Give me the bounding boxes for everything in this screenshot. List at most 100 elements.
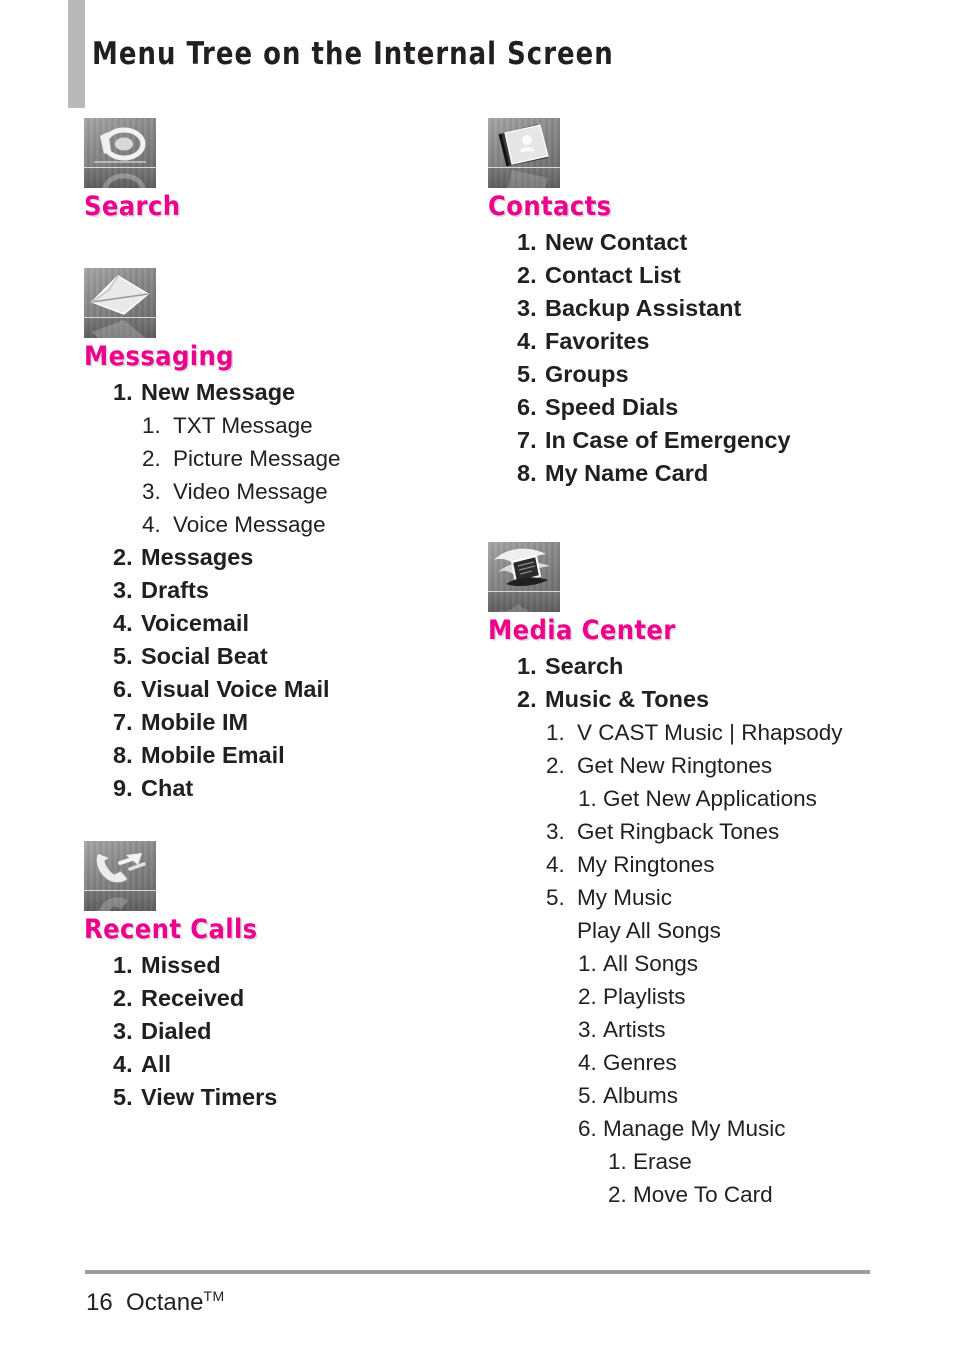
- menu-item-label: New Contact: [545, 229, 688, 255]
- menu-item-label: Picture Message: [173, 446, 341, 471]
- menu-item[interactable]: 2. Music & Tones: [517, 683, 918, 716]
- menu-item-label: Voicemail: [141, 610, 249, 636]
- menu-item-number: 3.: [113, 577, 133, 603]
- menu-item-number: 5.: [517, 361, 537, 387]
- menu-item[interactable]: 2. Move To Card: [608, 1178, 918, 1211]
- menu-item-number: 2.: [517, 262, 537, 288]
- menu-section: Messaging 1. New Message 1. TXT Message 2. Pic…: [84, 268, 474, 805]
- menu-item[interactable]: 1. V CAST Music | Rhapsody: [546, 716, 918, 749]
- menu-item[interactable]: 3. Get Ringback Tones: [546, 815, 918, 848]
- menu-item-number: 8.: [517, 460, 537, 486]
- menu-item-number: 1.: [517, 653, 537, 679]
- menu-item[interactable]: 1. All Songs: [578, 947, 918, 980]
- menu-item[interactable]: 4. Voicemail: [113, 607, 474, 640]
- menu-item-label: Missed: [141, 952, 221, 978]
- menu-item[interactable]: 7. Mobile IM: [113, 706, 474, 739]
- menu-item[interactable]: 1. Erase: [608, 1145, 918, 1178]
- menu-item-number: 3.: [578, 1017, 597, 1042]
- menu-item[interactable]: 2. Contact List: [517, 259, 918, 292]
- menu-item-label: Mobile Email: [141, 742, 285, 768]
- menu-item[interactable]: 6. Speed Dials: [517, 391, 918, 424]
- menu-item[interactable]: 5. Groups: [517, 358, 918, 391]
- menu-section: Contacts 1. New Contact 2. Contact List 3. Bac…: [488, 118, 918, 490]
- menu-item-number: 3.: [517, 295, 537, 321]
- menu-item[interactable]: 1. New Contact: [517, 226, 918, 259]
- menu-item-number: 6.: [517, 394, 537, 420]
- menu-item-label: Visual Voice Mail: [141, 676, 330, 702]
- menu-item-label: Backup Assistant: [545, 295, 742, 321]
- menu-item-number: 4.: [546, 852, 565, 877]
- menu-item[interactable]: 2. Get New Ringtones: [546, 749, 918, 782]
- section-title[interactable]: Media Center: [488, 616, 918, 646]
- menu-item[interactable]: 1. Search: [517, 650, 918, 683]
- menu-item[interactable]: 4. Voice Message: [142, 508, 474, 541]
- menu-item-label: In Case of Emergency: [545, 427, 791, 453]
- menu-item-label: Erase: [633, 1149, 692, 1174]
- menu-item-label: Manage My Music: [603, 1116, 786, 1141]
- menu-item[interactable]: 4. Genres: [578, 1046, 918, 1079]
- menu-item[interactable]: 1. New Message: [113, 376, 474, 409]
- menu-item[interactable]: 2. Playlists: [578, 980, 918, 1013]
- menu-item-number: 2.: [578, 984, 597, 1009]
- menu-item[interactable]: 3. Artists: [578, 1013, 918, 1046]
- menu-item[interactable]: 5. View Timers: [113, 1081, 474, 1114]
- menu-item-label: Artists: [603, 1017, 666, 1042]
- menu-item[interactable]: 6. Manage My Music: [578, 1112, 918, 1145]
- menu-item[interactable]: 3. Dialed: [113, 1015, 474, 1048]
- menu-item[interactable]: 3. Backup Assistant: [517, 292, 918, 325]
- menu-item-label: Messages: [141, 544, 254, 570]
- menu-item[interactable]: 3. Drafts: [113, 574, 474, 607]
- menu-item-number: 4.: [517, 328, 537, 354]
- menu-item-label: Genres: [603, 1050, 677, 1075]
- menu-item-label: Mobile IM: [141, 709, 249, 735]
- menu-item[interactable]: 4. All: [113, 1048, 474, 1081]
- menu-list: 1. New Contact 2. Contact List 3. Backup Assi…: [488, 226, 918, 490]
- menu-item[interactable]: 7. In Case of Emergency: [517, 424, 918, 457]
- menu-item-label: Contact List: [545, 262, 681, 288]
- menu-item-number: 6.: [113, 676, 133, 702]
- menu-item-number: 8.: [113, 742, 133, 768]
- menu-item[interactable]: 8. Mobile Email: [113, 739, 474, 772]
- menu-item[interactable]: 5. Social Beat: [113, 640, 474, 673]
- menu-item[interactable]: 1. Missed: [113, 949, 474, 982]
- menu-item-label: All Songs: [603, 951, 699, 976]
- menu-item[interactable]: 2. Picture Message: [142, 442, 474, 475]
- menu-item-number: 1.: [578, 951, 597, 976]
- menu-item-label: Get New Applications: [603, 786, 817, 811]
- menu-item-number: 1.: [113, 952, 133, 978]
- menu-section: Media Center 1. Search 2. Music & Tones 1. V C…: [488, 542, 918, 1211]
- menu-item[interactable]: 5. Albums: [578, 1079, 918, 1112]
- menu-item[interactable]: 3. Video Message: [142, 475, 474, 508]
- menu-item[interactable]: 2. Messages: [113, 541, 474, 574]
- menu-column-left: Search Messaging 1. New Message 1. TXT Messa…: [84, 118, 474, 1114]
- menu-item-label: Move To Card: [633, 1182, 773, 1207]
- menu-item[interactable]: Play All Songs: [577, 914, 918, 947]
- section-title[interactable]: Recent Calls: [84, 915, 474, 945]
- media-center-icon: [488, 542, 560, 612]
- footer-spacer: [113, 1289, 126, 1316]
- menu-item[interactable]: 6. Visual Voice Mail: [113, 673, 474, 706]
- menu-item[interactable]: 5. My Music: [546, 881, 918, 914]
- menu-item[interactable]: 9. Chat: [113, 772, 474, 805]
- address-book-icon: [488, 118, 560, 188]
- menu-item[interactable]: 4. My Ringtones: [546, 848, 918, 881]
- menu-item-number: 1.: [578, 786, 597, 811]
- menu-item[interactable]: 8. My Name Card: [517, 457, 918, 490]
- menu-item[interactable]: 4. Favorites: [517, 325, 918, 358]
- menu-item-number: 7.: [517, 427, 537, 453]
- menu-item-number: 1.: [113, 379, 133, 405]
- menu-item-label: View Timers: [141, 1084, 278, 1110]
- menu-item-number: 2.: [517, 686, 537, 712]
- menu-item[interactable]: 2. Received: [113, 982, 474, 1015]
- section-title[interactable]: Search: [84, 192, 474, 222]
- menu-item-label: All: [141, 1051, 172, 1077]
- section-title[interactable]: Contacts: [488, 192, 918, 222]
- menu-list: 1. New Message 1. TXT Message 2. Picture Mess…: [84, 376, 474, 805]
- menu-tree-content: Search Messaging 1. New Message 1. TXT Messa…: [0, 118, 954, 1248]
- menu-item[interactable]: 1. TXT Message: [142, 409, 474, 442]
- menu-item-number: 1.: [608, 1149, 627, 1174]
- section-title[interactable]: Messaging: [84, 342, 474, 372]
- menu-item-number: 4.: [142, 512, 161, 537]
- menu-item[interactable]: 1. Get New Applications: [578, 782, 918, 815]
- menu-item-number: 4.: [113, 1051, 133, 1077]
